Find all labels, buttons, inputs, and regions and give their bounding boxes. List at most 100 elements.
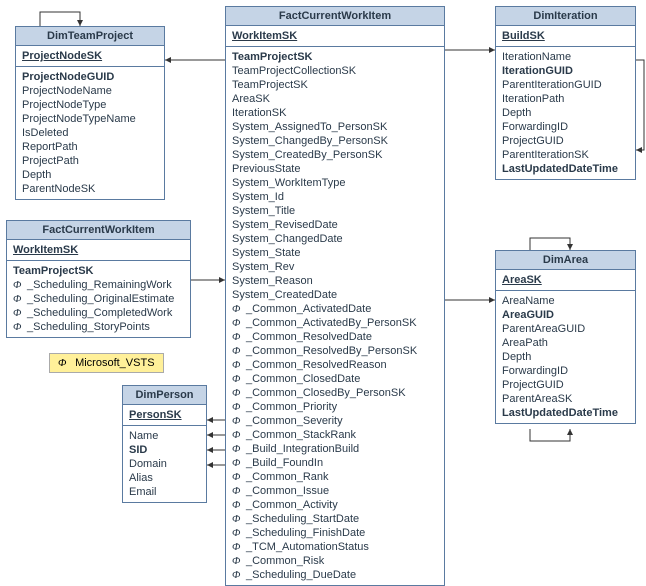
- pk-field: AreaSK: [502, 273, 629, 287]
- field-label: TeamProjectCollectionSK: [232, 65, 356, 77]
- field-row: System_CreatedDate: [232, 288, 438, 302]
- entity-body: IterationNameIterationGUID ParentIteratio…: [496, 47, 635, 179]
- field-label: _Build_FoundIn: [246, 457, 323, 469]
- field-row: Φ_Scheduling_FinishDate: [232, 526, 438, 540]
- field-label: System_AssignedTo_PersonSK: [232, 121, 387, 133]
- field-row: Φ_Common_Severity: [232, 414, 438, 428]
- field-row: AreaSK: [232, 92, 438, 106]
- field-row: LastUpdatedDateTime: [502, 406, 629, 420]
- field-label: _Common_StackRank: [246, 429, 356, 441]
- phi-icon: Φ: [232, 330, 242, 344]
- phi-icon: Φ: [232, 400, 242, 414]
- field-label: AreaGUID: [502, 309, 554, 321]
- field-label: System_Rev: [232, 261, 294, 273]
- field-label: _Common_ResolvedReason: [246, 359, 387, 371]
- field-row: ProjectNodeTypeName: [22, 112, 158, 126]
- field-row: ParentAreaGUID: [502, 322, 629, 336]
- entity-title: DimIteration: [496, 7, 635, 26]
- field-label: _Scheduling_StartDate: [246, 513, 359, 525]
- field-label: ParentAreaGUID: [502, 323, 585, 335]
- phi-icon: Φ: [232, 344, 242, 358]
- field-row: IterationSK: [232, 106, 438, 120]
- field-label: SID: [129, 444, 147, 456]
- field-label: _Common_ResolvedBy_PersonSK: [246, 345, 417, 357]
- field-row: ParentAreaSK: [502, 392, 629, 406]
- pk-field: WorkItemSK: [13, 243, 184, 257]
- field-row: Φ_Common_Rank: [232, 470, 438, 484]
- entity-body: NameSIDDomainAliasEmail: [123, 426, 206, 502]
- phi-icon: Φ: [232, 428, 242, 442]
- field-row: System_Reason: [232, 274, 438, 288]
- field-label: _Common_Issue: [246, 485, 329, 497]
- field-row: Φ _Common_Risk: [232, 554, 438, 568]
- phi-icon: Φ: [232, 568, 242, 582]
- field-label: IterationPath: [502, 93, 564, 105]
- field-row: AreaGUID: [502, 308, 629, 322]
- phi-icon: Φ: [232, 484, 242, 498]
- phi-icon: Φ: [232, 386, 242, 400]
- field-row: Φ_Scheduling_StartDate: [232, 512, 438, 526]
- entity-dimperson: DimPerson PersonSK NameSIDDomainAliasEma…: [122, 385, 207, 503]
- pk-field: BuildSK: [502, 29, 629, 43]
- legend-text: Microsoft_VSTS: [75, 357, 154, 369]
- entity-title: FactCurrentWorkItem: [7, 221, 190, 240]
- field-label: ParentIterationSK: [502, 149, 589, 161]
- phi-icon: Φ: [232, 540, 242, 554]
- field-row: Φ_Scheduling_StoryPoints: [13, 320, 184, 334]
- field-row: System_ChangedDate: [232, 232, 438, 246]
- field-row: Φ_Scheduling_DueDate: [232, 568, 438, 582]
- field-row: Φ_Build_FoundIn: [232, 456, 438, 470]
- field-label: PreviousState: [232, 163, 300, 175]
- field-row: Φ_Scheduling_OriginalEstimate: [13, 292, 184, 306]
- field-row: ParentIterationSK: [502, 148, 629, 162]
- field-row: ProjectGUID: [502, 134, 629, 148]
- field-row: PreviousState: [232, 162, 438, 176]
- field-row: IterationGUID: [502, 64, 629, 78]
- field-label: System_WorkItemType: [232, 177, 346, 189]
- field-label: Email: [129, 486, 157, 498]
- field-label: System_ChangedBy_PersonSK: [232, 135, 388, 147]
- field-label: System_CreatedDate: [232, 289, 337, 301]
- entity-factcurrentworkitem-large: FactCurrentWorkItem WorkItemSK TeamProje…: [225, 6, 445, 586]
- entity-title: FactCurrentWorkItem: [226, 7, 444, 26]
- field-label: IterationGUID: [502, 65, 573, 77]
- field-label: System_State: [232, 247, 300, 259]
- field-label: IsDeleted: [22, 127, 68, 139]
- field-label: _TCM_AutomationStatus: [246, 541, 369, 553]
- phi-icon: Φ: [232, 372, 242, 386]
- field-label: System_CreatedBy_PersonSK: [232, 149, 382, 161]
- field-row: ParentNodeSK: [22, 182, 158, 196]
- field-label: ProjectPath: [22, 155, 79, 167]
- phi-icon: Φ: [13, 306, 23, 320]
- field-row: ProjectPath: [22, 154, 158, 168]
- field-row: ProjectNodeGUID: [22, 70, 158, 84]
- field-row: IterationName: [502, 50, 629, 64]
- field-row: System_RevisedDate: [232, 218, 438, 232]
- field-row: ProjectGUID: [502, 378, 629, 392]
- phi-icon: Φ: [232, 414, 242, 428]
- field-label: TeamProjectSK: [13, 265, 94, 277]
- phi-icon: Φ: [232, 526, 242, 540]
- field-label: ProjectNodeGUID: [22, 71, 114, 83]
- field-row: Φ _Common_StackRank: [232, 428, 438, 442]
- field-row: Φ_Common_ResolvedReason: [232, 358, 438, 372]
- field-label: _Common_Rank: [246, 471, 329, 483]
- field-label: LastUpdatedDateTime: [502, 163, 618, 175]
- field-label: _Common_Risk: [246, 555, 324, 567]
- phi-icon: Φ: [232, 442, 242, 456]
- field-row: Alias: [129, 471, 200, 485]
- field-label: ProjectGUID: [502, 379, 564, 391]
- field-label: ProjectGUID: [502, 135, 564, 147]
- field-label: _Build_IntegrationBuild: [246, 443, 359, 455]
- field-label: _Common_ActivatedBy_PersonSK: [246, 317, 417, 329]
- phi-icon: Φ: [232, 554, 242, 568]
- field-label: Name: [129, 430, 158, 442]
- field-label: LastUpdatedDateTime: [502, 407, 618, 419]
- field-row: Φ_Common_ClosedDate: [232, 372, 438, 386]
- field-label: ProjectNodeType: [22, 99, 106, 111]
- entity-dimarea: DimArea AreaSK AreaNameAreaGUIDParentAre…: [495, 250, 636, 424]
- field-row: Φ _Common_ResolvedBy_PersonSK: [232, 344, 438, 358]
- field-row: AreaPath: [502, 336, 629, 350]
- entity-title: DimPerson: [123, 386, 206, 405]
- field-row: System_ChangedBy_PersonSK: [232, 134, 438, 148]
